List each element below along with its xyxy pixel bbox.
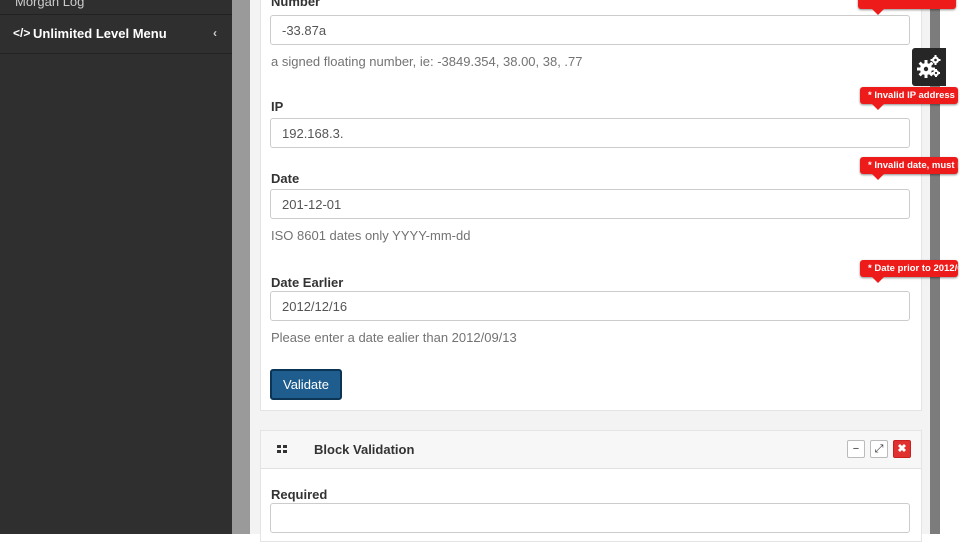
tooltip-arrow [872,9,884,15]
ip-label: IP [271,99,284,114]
number-label: Number [271,0,321,9]
minimize-button[interactable]: − [847,440,865,458]
required-input[interactable] [270,503,910,533]
settings-toggle[interactable] [912,48,946,86]
date-earlier-error-tooltip: * Date prior to 2012/09/13 required [860,260,958,277]
expand-button[interactable]: ⤢ [870,440,888,458]
sidebar-divider [232,0,250,534]
chevron-left-icon: ‹ [213,26,217,40]
date-earlier-label: Date Earlier [271,275,344,290]
main-content: Number a signed floating number, ie: -38… [250,0,930,542]
date-label: Date [271,171,300,186]
date-input[interactable] [270,189,910,219]
date-error-tooltip: * Invalid date, must be in YYYY-MM-DD fo… [860,157,958,174]
sidebar-item-label: Morgan Log [15,0,85,9]
block-validation-card: Block Validation − ⤢ ✖ Required [260,430,922,542]
required-label: Required [271,487,328,502]
tooltip-arrow [872,104,884,110]
tooltip-arrow [872,277,884,283]
validation-form-card: Number a signed floating number, ie: -38… [260,0,922,411]
ip-input[interactable] [270,118,910,148]
grid-icon [277,445,287,454]
block-validation-title: Block Validation [314,442,415,457]
sidebar: Morgan Log </> Unlimited Level Menu ‹ [0,0,232,534]
number-help-text: a signed floating number, ie: -3849.354,… [271,54,583,69]
ip-error-tooltip: * Invalid IP address [860,87,958,104]
sidebar-item-unlimited-level-menu[interactable]: </> Unlimited Level Menu ‹ [0,15,232,54]
block-validation-header: Block Validation − ⤢ ✖ [261,431,921,469]
tooltip-arrow [872,174,884,180]
close-button[interactable]: ✖ [893,440,911,458]
number-error-tooltip [858,0,956,9]
date-earlier-help-text: Please enter a date ealier than 2012/09/… [271,330,517,345]
code-icon: </> [13,26,31,40]
sidebar-item-label: Unlimited Level Menu [33,26,167,41]
date-help-text: ISO 8601 dates only YYYY-mm-dd [271,228,471,243]
gear-icon [917,55,941,78]
sidebar-item-partial[interactable]: Morgan Log [0,0,232,15]
validate-button[interactable]: Validate [270,369,342,400]
date-earlier-input[interactable] [270,291,910,321]
number-input[interactable] [270,15,910,45]
